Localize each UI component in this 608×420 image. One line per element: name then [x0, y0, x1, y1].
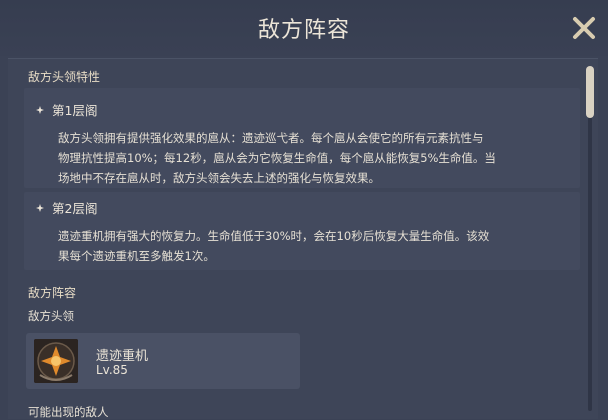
header-bar: 敌方阵容 — [0, 0, 608, 56]
boss-level: Lv.85 — [96, 363, 128, 377]
page-title: 敌方阵容 — [257, 18, 350, 43]
scrollbar-thumb[interactable] — [586, 66, 594, 118]
boss-label: 敌方头领 — [28, 309, 74, 323]
layer-2-description: 遗迹重机拥有强大的恢复力。生命值低于30%时，会在10秒后恢复大量生命值。该效 … — [58, 226, 578, 266]
boss-avatar — [34, 339, 78, 383]
layer-1-row: 第1层阁 — [36, 100, 97, 119]
close-button[interactable] — [570, 14, 598, 42]
layer-1-label: 第1层阁 — [52, 103, 98, 118]
sparkle-icon — [36, 105, 44, 114]
layer-2-line: 遗迹重机拥有强大的恢复力。生命值低于30%时，会在10秒后恢复大量生命值。该效 — [58, 229, 490, 243]
layer-2-label: 第2层阁 — [52, 201, 98, 216]
layer-1-line: 物理抗性提高10%；每12秒，扈从会为它恢复生命值，每个扈从能恢复5%生命值。当 — [58, 151, 496, 165]
possible-enemies-label: 可能出现的敌人 — [28, 405, 109, 419]
close-icon — [573, 17, 595, 39]
lineup-heading: 敌方阵容 — [28, 286, 77, 300]
layer-2-row: 第2层阁 — [36, 198, 97, 217]
sparkle-icon — [36, 203, 44, 212]
traits-heading: 敌方头领特性 — [28, 70, 101, 84]
layer-1-line: 场地中不存在扈从时，敌方头领会失去上述的强化与恢复效果。 — [58, 171, 380, 185]
layer-1-line: 敌方头领拥有提供强化效果的扈从：遗迹巡弋者。每个扈从会使它的所有元素抗性与 — [58, 131, 484, 145]
ruin-machine-icon — [34, 339, 78, 383]
boss-name: 遗迹重机 — [96, 349, 149, 364]
layer-2-line: 果每个遗迹重机至多触发1次。 — [58, 249, 215, 263]
layer-1-description: 敌方头领拥有提供强化效果的扈从：遗迹巡弋者。每个扈从会使它的所有元素抗性与 物理… — [58, 128, 578, 188]
